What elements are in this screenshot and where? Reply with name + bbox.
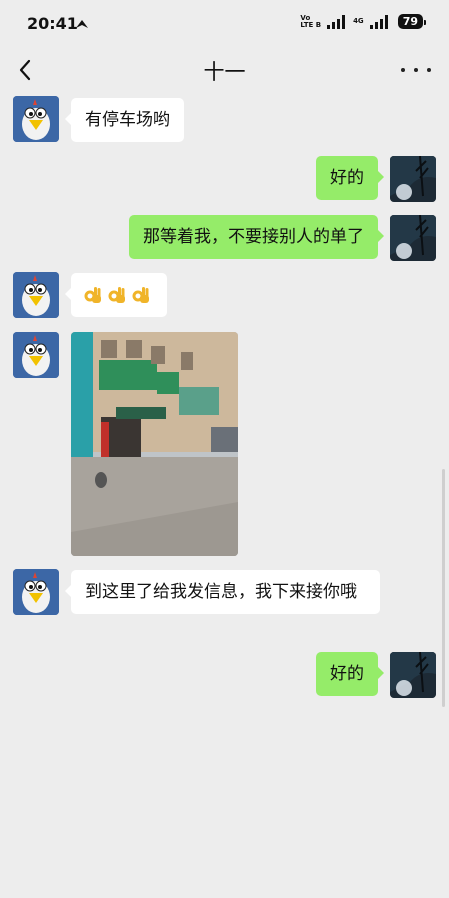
incoming-message-bubble[interactable]: 到这里了给我发信息，我下来接你哦 — [65, 570, 380, 614]
outgoing-message-bubble[interactable]: 好的 — [316, 652, 384, 696]
self-avatar[interactable] — [390, 215, 436, 261]
volte-label: Vo LTE B — [300, 14, 322, 29]
self-avatar[interactable] — [390, 156, 436, 202]
chat-title: 十一 — [203, 60, 246, 84]
tree-photo-avatar-icon — [390, 215, 436, 261]
contact-avatar[interactable] — [13, 569, 59, 615]
street-photo-image[interactable] — [71, 332, 238, 556]
contact-avatar[interactable] — [13, 272, 59, 318]
bird-avatar-icon — [13, 332, 59, 378]
chat-message-list[interactable]: 有停车场哟 好的 那等着我，不要接别人的单了 到这里了给我发信息，我下来接你哦 … — [0, 94, 449, 898]
battery-icon: 79 — [397, 14, 427, 29]
status-bar: 20:41 Vo LTE B 4G 79 — [0, 0, 449, 48]
street-scene-image — [71, 332, 238, 556]
network-4g-text: 4G — [353, 17, 364, 25]
status-icons: Vo LTE B 4G 79 — [300, 14, 427, 29]
self-avatar[interactable] — [390, 652, 436, 698]
contact-avatar[interactable] — [13, 332, 59, 378]
location-arrow-icon — [76, 20, 88, 28]
incoming-message-bubble[interactable]: 有停车场哟 — [65, 98, 184, 142]
more-options-button[interactable] — [401, 58, 431, 82]
incoming-emoji-bubble[interactable] — [65, 273, 167, 317]
volte-bottom: LTE B — [300, 20, 322, 29]
tree-photo-avatar-icon — [390, 156, 436, 202]
outgoing-message-bubble[interactable]: 好的 — [316, 156, 384, 200]
ok-hand-emoji-icon — [84, 287, 101, 303]
tree-photo-avatar-icon — [390, 652, 436, 698]
status-time: 20:41 — [27, 14, 78, 33]
outgoing-message-bubble[interactable]: 那等着我，不要接别人的单了 — [129, 215, 384, 259]
bird-avatar-icon — [13, 272, 59, 318]
network-4g-label: 4G — [353, 18, 364, 25]
ok-hand-emoji-icon — [132, 287, 149, 303]
contact-avatar[interactable] — [13, 96, 59, 142]
more-dot-icon — [427, 68, 431, 72]
more-dot-icon — [401, 68, 405, 72]
chat-scrollbar[interactable] — [442, 469, 445, 707]
ok-hand-emoji-icon — [108, 287, 125, 303]
bird-avatar-icon — [13, 96, 59, 142]
signal-icon-2 — [369, 14, 388, 29]
more-dot-icon — [414, 68, 418, 72]
chat-header: 十一 — [0, 48, 449, 94]
bird-avatar-icon — [13, 569, 59, 615]
signal-icon — [327, 14, 346, 29]
